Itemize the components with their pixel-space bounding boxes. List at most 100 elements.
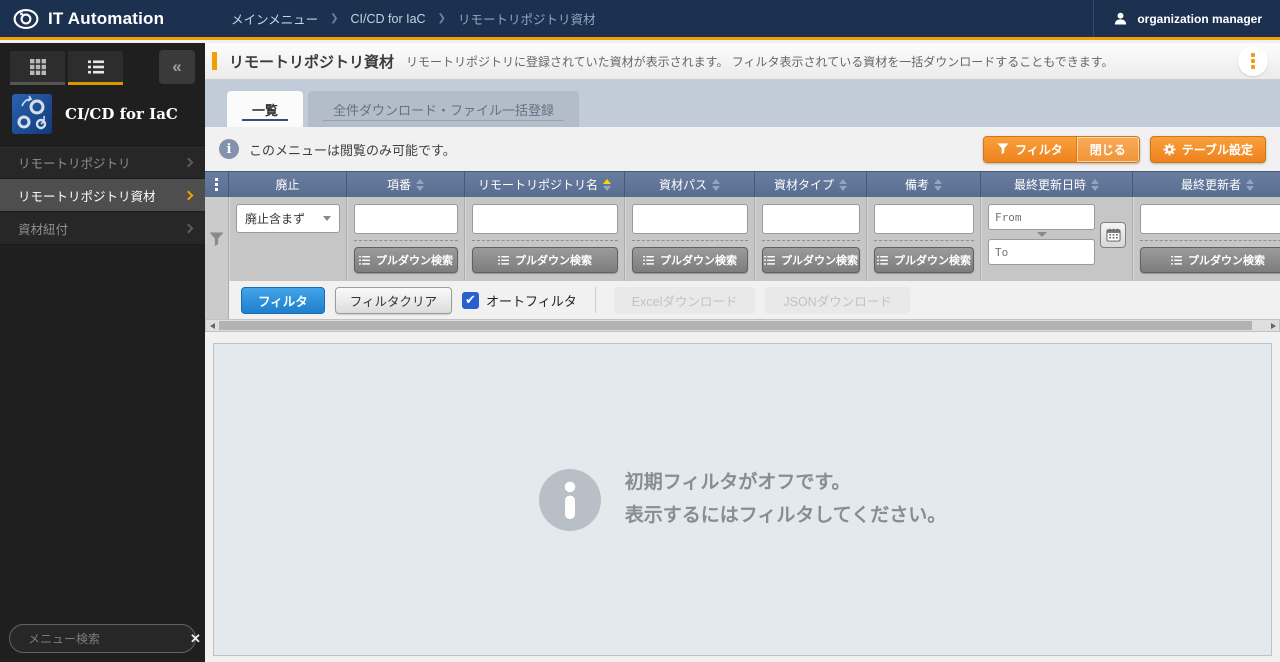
breadcrumb: メインメニュー ❯ CI/CD for IaC ❯ リモートリポジトリ資材 <box>205 0 1093 37</box>
sidebar-tab-menu-list[interactable] <box>68 51 123 85</box>
vertical-dots-icon <box>215 178 218 191</box>
column-header-0: 廃止 <box>229 171 347 197</box>
scroll-right-arrow[interactable] <box>1267 320 1279 331</box>
sidebar-item-label: リモートリポジトリ資材 <box>18 186 156 205</box>
sidebar-item-material-link[interactable]: 資材紐付 <box>0 212 205 245</box>
sort-icon <box>712 179 720 191</box>
column-header-3[interactable]: 資材パス <box>625 171 755 197</box>
date-to-input[interactable] <box>988 239 1095 265</box>
date-range-filter <box>988 204 1126 265</box>
sidebar: « CI/CD for IaC リモートリポジトリ <box>0 43 205 662</box>
pulldown-search-label: プルダウン検索 <box>660 252 737 268</box>
table-menu-header[interactable] <box>205 171 229 197</box>
material-type-filter-input[interactable] <box>762 204 860 234</box>
repository-name-filter-input[interactable] <box>472 204 618 234</box>
clear-search-icon[interactable]: ✕ <box>190 631 201 647</box>
item-number-pulldown-search-button[interactable]: プルダウン検索 <box>354 247 458 273</box>
date-from-input[interactable] <box>988 204 1095 230</box>
filter-actions: フィルタ フィルタクリア オートフィルタ Excelダウンロード JSONダウン… <box>229 281 1280 319</box>
column-label: 項番 <box>387 176 411 193</box>
list-icon <box>764 256 775 265</box>
divider <box>354 240 458 241</box>
column-header-6[interactable]: 最終更新日時 <box>981 171 1133 197</box>
filter-cell-repository-name: プルダウン検索 <box>465 197 625 281</box>
funnel-icon <box>209 232 224 247</box>
column-label: 廃止 <box>275 176 299 193</box>
tab-bulk-download-register[interactable]: 全件ダウンロード・ファイル一括登録 <box>308 91 579 127</box>
list-icon <box>498 256 509 265</box>
column-header-5[interactable]: 備考 <box>867 171 981 197</box>
filter-close-button[interactable]: 閉じる <box>1076 137 1139 162</box>
pulldown-search-label: プルダウン検索 <box>1188 252 1265 268</box>
breadcrumb-main-menu[interactable]: メインメニュー <box>231 9 318 28</box>
calendar-button[interactable] <box>1100 222 1126 248</box>
tab-list[interactable]: 一覧 <box>227 91 303 127</box>
filter-button-label: フィルタ <box>1015 141 1063 158</box>
sidebar-item-remote-repository[interactable]: リモートリポジトリ <box>0 146 205 179</box>
sidebar-tab-grid[interactable] <box>10 51 65 85</box>
scroll-left-arrow[interactable] <box>206 320 218 331</box>
filter-toggle-group: フィルタ 閉じる <box>983 136 1140 163</box>
remarks-filter-input[interactable] <box>874 204 974 234</box>
last-updated-by-filter-input[interactable] <box>1140 204 1280 234</box>
scrollbar-thumb[interactable] <box>219 321 1252 330</box>
divider <box>632 240 748 241</box>
empty-state-panel: 初期フィルタがオフです。 表示するにはフィルタしてください。 <box>213 343 1272 656</box>
filter-rail <box>205 281 229 319</box>
filter-cell-last-updated <box>981 197 1133 281</box>
sidebar-collapse-button[interactable]: « <box>159 50 195 84</box>
material-type-pulldown-search-button[interactable]: プルダウン検索 <box>762 247 860 273</box>
sort-icon <box>839 179 847 191</box>
sidebar-item-remote-repository-materials[interactable]: リモートリポジトリ資材 <box>0 179 205 212</box>
chevron-right-icon <box>184 190 194 200</box>
filter-cell-last-updated-by: プルダウン検索 <box>1133 197 1280 281</box>
horizontal-scrollbar[interactable] <box>205 319 1280 332</box>
empty-state-line1: 初期フィルタがオフです。 <box>625 467 946 499</box>
column-header-4[interactable]: 資材タイプ <box>755 171 867 197</box>
remarks-pulldown-search-button[interactable]: プルダウン検索 <box>874 247 974 273</box>
column-label: 備考 <box>905 176 929 193</box>
workspace-header: CI/CD for IaC <box>0 85 205 145</box>
discard-filter-select[interactable]: 廃止含まず <box>236 204 340 233</box>
auto-filter-label: オートフィルタ <box>486 291 577 310</box>
auto-filter-toggle[interactable]: オートフィルタ <box>462 291 577 310</box>
filter-button[interactable]: フィルタ <box>984 137 1076 162</box>
last-updated-by-pulldown-search-button[interactable]: プルダウン検索 <box>1140 247 1280 273</box>
item-number-filter-input[interactable] <box>354 204 458 234</box>
sort-icon <box>934 179 942 191</box>
column-header-1[interactable]: 項番 <box>347 171 465 197</box>
repository-name-pulldown-search-button[interactable]: プルダウン検索 <box>472 247 618 273</box>
apply-filter-button[interactable]: フィルタ <box>241 287 325 314</box>
app-logo[interactable]: IT Automation <box>0 0 205 37</box>
filter-cell-material-path: プルダウン検索 <box>625 197 755 281</box>
excel-download-button: Excelダウンロード <box>614 287 756 314</box>
menu-search-input[interactable] <box>28 632 183 646</box>
select-value: 廃止含まず <box>245 210 305 227</box>
main-content: リモートリポジトリ資材 リモートリポジトリに登録されていた資材が表示されます。 … <box>205 43 1280 662</box>
app-root: IT Automation メインメニュー ❯ CI/CD for IaC ❯ … <box>0 0 1280 662</box>
notice-row: i このメニューは閲覧のみ可能です。 フィルタ 閉じる <box>205 127 1280 171</box>
breadcrumb-workspace[interactable]: CI/CD for IaC <box>351 12 426 26</box>
material-path-pulldown-search-button[interactable]: プルダウン検索 <box>632 247 748 273</box>
sidebar-menu: リモートリポジトリ リモートリポジトリ資材 資材紐付 <box>0 145 205 245</box>
info-icon: i <box>219 139 239 159</box>
page-menu-kebab-icon[interactable] <box>1238 46 1268 76</box>
auto-filter-checkbox[interactable] <box>462 292 479 309</box>
caret-down-icon <box>323 216 331 221</box>
column-label: 最終更新者 <box>1181 176 1241 193</box>
user-menu[interactable]: organization manager <box>1093 0 1280 37</box>
table-header-row: 廃止 項番 リモートリポジトリ名 資材パス 資材タイプ 備考 最終更新日時 最終… <box>205 171 1280 197</box>
title-accent-bar <box>212 52 217 70</box>
filter-clear-button[interactable]: フィルタクリア <box>335 287 452 314</box>
list-icon <box>877 256 888 265</box>
calendar-icon <box>1106 228 1121 242</box>
column-header-7[interactable]: 最終更新者 <box>1133 171 1280 197</box>
app-title: IT Automation <box>48 9 164 29</box>
empty-state-line2: 表示するにはフィルタしてください。 <box>625 500 946 532</box>
table-settings-button[interactable]: テーブル設定 <box>1150 136 1266 163</box>
material-path-filter-input[interactable] <box>632 204 748 234</box>
column-header-2[interactable]: リモートリポジトリ名 <box>465 171 625 197</box>
filter-cell-remarks: プルダウン検索 <box>867 197 981 281</box>
materials-table: 廃止 項番 リモートリポジトリ名 資材パス 資材タイプ 備考 最終更新日時 最終… <box>205 171 1280 332</box>
json-download-button: JSONダウンロード <box>765 287 909 314</box>
